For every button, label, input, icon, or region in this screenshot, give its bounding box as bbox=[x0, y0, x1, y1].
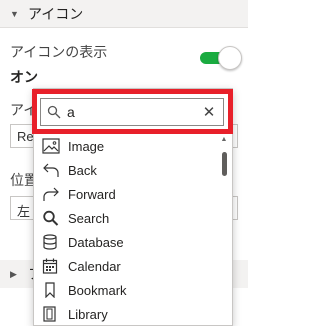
icon-option-label: Search bbox=[68, 210, 110, 226]
bookmark-icon bbox=[38, 278, 64, 302]
magnifier-icon bbox=[41, 105, 67, 119]
icon-option-forward[interactable]: Forward bbox=[38, 182, 216, 206]
icon-option-label: Bookmark bbox=[68, 282, 127, 298]
library-icon bbox=[38, 302, 64, 326]
icon-option-library[interactable]: Library bbox=[38, 302, 216, 326]
forward-icon bbox=[38, 182, 64, 206]
icon-option-label: Image bbox=[68, 138, 105, 154]
icon-search-box[interactable]: ✕ bbox=[40, 98, 224, 126]
database-icon bbox=[38, 230, 64, 254]
icon-option-bookmark[interactable]: Bookmark bbox=[38, 278, 216, 302]
show-icon-toggle[interactable] bbox=[200, 46, 242, 70]
icon-option-label: Database bbox=[68, 234, 124, 250]
image-icon bbox=[38, 134, 64, 158]
scrollbar-thumb[interactable] bbox=[222, 152, 227, 176]
back-icon bbox=[38, 158, 64, 182]
icon-option-calendar[interactable]: Calendar bbox=[38, 254, 216, 278]
icon-option-back[interactable]: Back bbox=[38, 158, 216, 182]
icon-search-input[interactable] bbox=[67, 104, 197, 120]
scroll-up-icon[interactable]: ▲ bbox=[220, 136, 228, 144]
show-icon-label: アイコンの表示 bbox=[10, 44, 108, 60]
calendar-icon bbox=[38, 254, 64, 278]
icon-option-search[interactable]: Search bbox=[38, 206, 216, 230]
chevron-right-icon: ▶ bbox=[10, 268, 17, 279]
dropdown-scrollbar[interactable]: ▲ bbox=[218, 136, 230, 326]
search-icon bbox=[38, 206, 64, 230]
chevron-down-icon: ▼ bbox=[10, 8, 19, 19]
icon-option-image[interactable]: Image bbox=[38, 134, 216, 158]
icon-option-label: Calendar bbox=[68, 258, 121, 274]
icon-section-header[interactable]: ▼ アイコン bbox=[0, 0, 248, 28]
toggle-state-text: オン bbox=[10, 69, 38, 85]
icon-option-database[interactable]: Database bbox=[38, 230, 216, 254]
icon-option-label: Back bbox=[68, 162, 97, 178]
clear-search-icon[interactable]: ✕ bbox=[197, 103, 221, 121]
icon-option-label: Library bbox=[68, 306, 108, 322]
icon-option-label: Forward bbox=[68, 186, 116, 202]
icon-list: Image Back Forward Search Database Calen… bbox=[38, 134, 216, 326]
section-title: アイコン bbox=[28, 5, 84, 22]
